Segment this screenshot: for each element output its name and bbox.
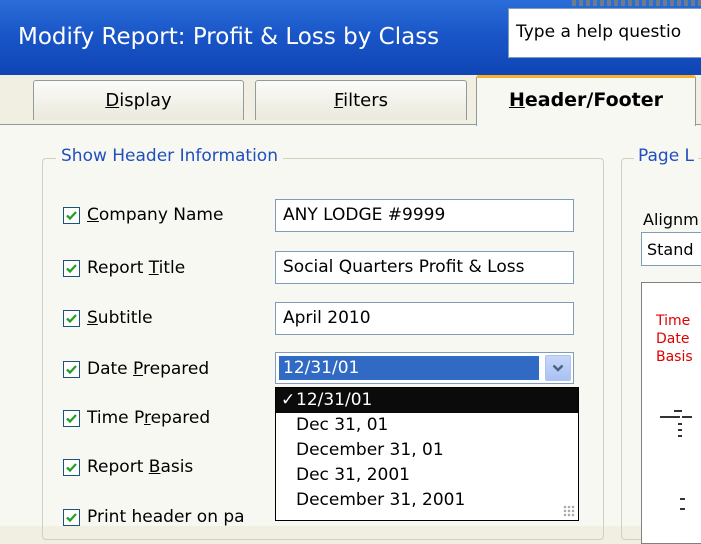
- date-format-combo[interactable]: 12/31/01: [275, 352, 574, 384]
- alignment-label: Alignm: [643, 210, 699, 229]
- subtitle-field[interactable]: April 2010: [275, 302, 574, 335]
- chevron-down-icon: [552, 364, 564, 372]
- check-icon: ✓: [281, 390, 296, 410]
- preview-sample-lines: [660, 410, 692, 510]
- print-header-row: Print header on pa: [63, 505, 245, 529]
- report-basis-label: Report Basis: [87, 457, 194, 477]
- date-format-selected: 12/31/01: [279, 356, 539, 380]
- date-format-option[interactable]: December 31, 01: [276, 438, 578, 463]
- preview-line: Date: [656, 331, 690, 347]
- show-header-group-label: Show Header Information: [56, 146, 283, 166]
- tab-display[interactable]: Display: [33, 80, 244, 120]
- tab-header-footer[interactable]: Header/Footer: [476, 75, 696, 126]
- report-basis-row: Report Basis: [63, 455, 193, 479]
- report-title-label: Report Title: [87, 258, 186, 278]
- report-title-row: Report Title: [63, 256, 185, 280]
- print-header-checkbox[interactable]: [63, 508, 80, 526]
- tab-strip: Display Filters Header/Footer: [0, 75, 701, 126]
- report-basis-checkbox[interactable]: [63, 458, 80, 476]
- company-name-checkbox[interactable]: [63, 206, 80, 224]
- date-prepared-checkbox[interactable]: [63, 360, 80, 378]
- page-layout-group-label: Page L: [634, 146, 699, 166]
- date-format-option[interactable]: ✓ 12/31/01: [276, 388, 578, 413]
- time-prepared-label: Time Prepared: [87, 408, 211, 428]
- layout-preview: Time Date Basis: [641, 282, 701, 544]
- dropdown-arrow-button[interactable]: [545, 355, 571, 381]
- tab-filters[interactable]: Filters: [255, 80, 467, 120]
- date-format-option[interactable]: Dec 31, 2001: [276, 463, 578, 488]
- date-prepared-row: Date Prepared: [63, 357, 209, 381]
- date-format-option[interactable]: December 31, 2001: [276, 488, 578, 513]
- report-title-field[interactable]: Social Quarters Profit & Loss: [275, 251, 574, 284]
- alignment-value: Stand: [647, 240, 694, 259]
- help-search-box[interactable]: Type a help questio: [508, 8, 701, 58]
- resize-grip-icon[interactable]: [563, 505, 575, 517]
- alignment-select[interactable]: Stand: [641, 232, 701, 266]
- help-search-placeholder: Type a help questio: [516, 22, 682, 42]
- window-title: Modify Report: Profit & Loss by Class: [18, 24, 440, 50]
- preview-line: Basis: [656, 349, 693, 365]
- date-prepared-label: Date Prepared: [87, 359, 210, 379]
- company-name-row: Company Name: [63, 203, 223, 227]
- time-prepared-row: Time Prepared: [63, 406, 210, 430]
- date-format-dropdown: ✓ 12/31/01 Dec 31, 01 December 31, 01 De…: [275, 387, 579, 521]
- toolbar-edge: [572, 0, 701, 6]
- subtitle-checkbox[interactable]: [63, 309, 80, 327]
- report-title-checkbox[interactable]: [63, 259, 80, 277]
- company-name-label: Company Name: [87, 205, 224, 225]
- subtitle-row: Subtitle: [63, 306, 153, 330]
- time-prepared-checkbox[interactable]: [63, 409, 80, 427]
- subtitle-label: Subtitle: [87, 308, 153, 328]
- preview-line: Time: [656, 313, 691, 329]
- print-header-label: Print header on pa: [87, 507, 245, 527]
- company-name-field[interactable]: ANY LODGE #9999: [275, 199, 574, 232]
- date-format-option[interactable]: Dec 31, 01: [276, 413, 578, 438]
